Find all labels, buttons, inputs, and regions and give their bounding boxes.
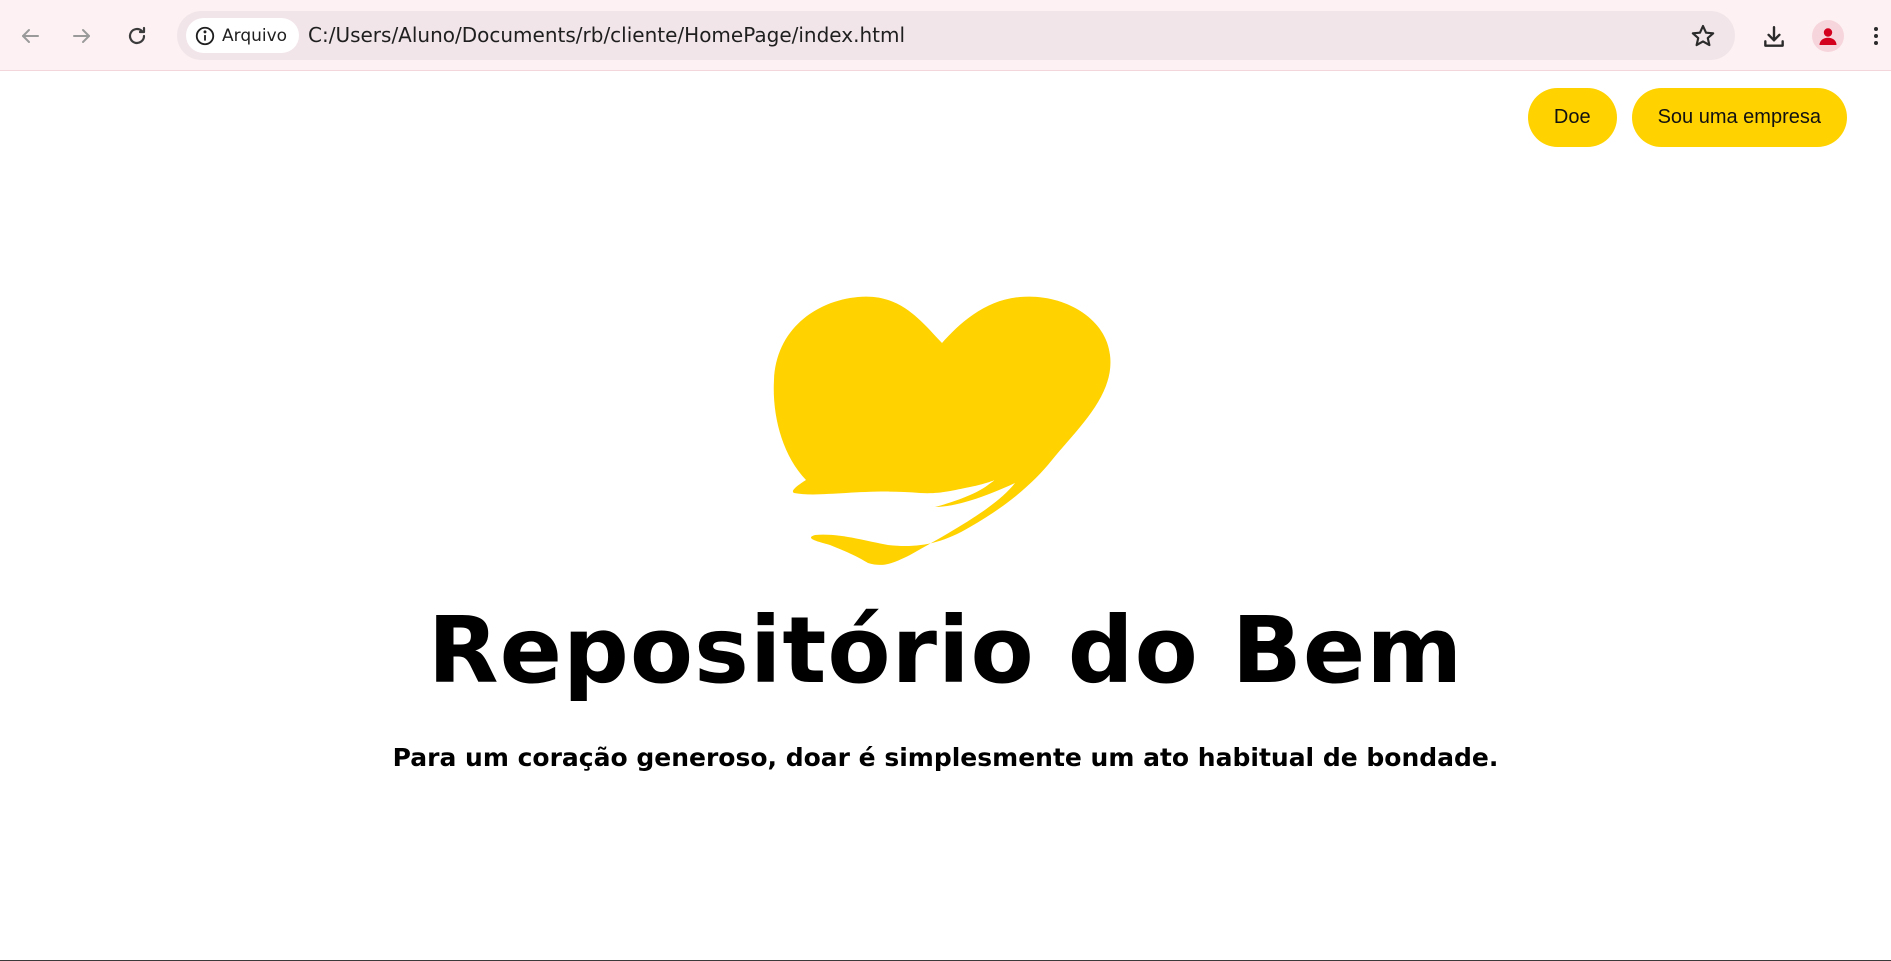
back-icon	[22, 29, 39, 43]
profile-icon	[1819, 28, 1837, 45]
company-button[interactable]: Sou uma empresa	[1631, 88, 1847, 147]
browser-toolbar: Arquivo C:/Users/Aluno/Documents/rb/clie…	[0, 0, 1891, 71]
url-text[interactable]: C:/Users/Aluno/Documents/rb/cliente/Home…	[308, 23, 905, 47]
forward-icon	[73, 29, 90, 43]
profile-button[interactable]	[1812, 20, 1844, 52]
donate-button[interactable]: Doe	[1527, 88, 1617, 147]
forward-button[interactable]	[64, 18, 100, 54]
page-title: Repositório do Bem	[427, 597, 1464, 704]
download-icon	[1764, 26, 1784, 47]
kebab-menu-icon	[1874, 27, 1878, 45]
browser-menu-button[interactable]	[1866, 20, 1886, 52]
site-info-chip[interactable]: Arquivo	[186, 18, 300, 53]
page-content: Doe Sou uma empresa Repositório do Bem P…	[0, 71, 1891, 961]
page-subtitle: Para um coração generoso, doar é simples…	[392, 743, 1499, 772]
address-bar[interactable]: Arquivo C:/Users/Aluno/Documents/rb/clie…	[177, 11, 1735, 60]
star-icon	[1691, 24, 1715, 47]
heart-in-hand-icon	[773, 296, 1111, 565]
info-icon	[194, 25, 216, 47]
origin-chip-label: Arquivo	[222, 25, 288, 46]
back-button[interactable]	[12, 18, 48, 54]
reload-button[interactable]	[119, 18, 155, 54]
downloads-button[interactable]	[1756, 19, 1792, 55]
reload-icon	[128, 26, 146, 45]
bookmark-button[interactable]	[1689, 22, 1717, 50]
header-actions: Doe Sou uma empresa	[1527, 88, 1847, 147]
